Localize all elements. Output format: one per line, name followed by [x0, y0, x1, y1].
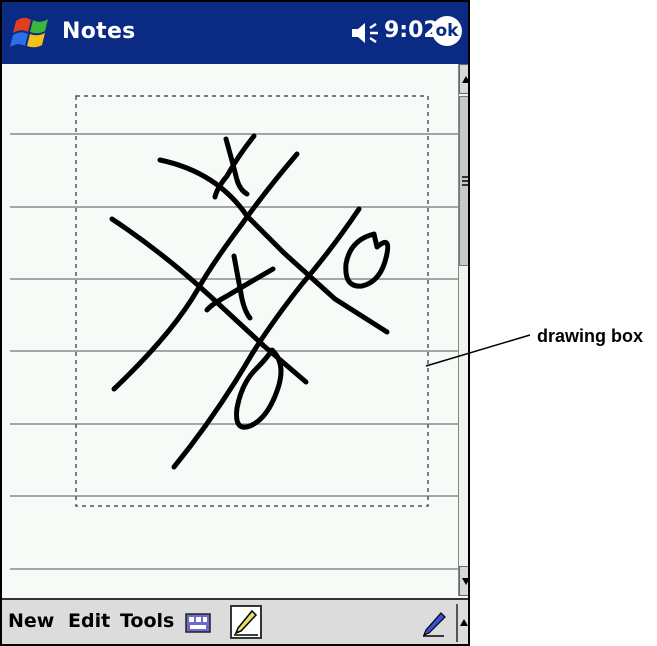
scroll-up-button[interactable] [459, 64, 468, 94]
ok-button[interactable]: ok [432, 16, 462, 46]
speaker-icon[interactable] [350, 20, 380, 46]
menu-new[interactable]: New [8, 610, 54, 632]
pen-button[interactable] [230, 605, 262, 639]
callout-label: drawing box [537, 326, 644, 346]
arrow-up-icon [460, 619, 468, 626]
note-canvas[interactable] [2, 64, 458, 596]
recording-toolbar-icon[interactable] [185, 612, 211, 634]
arrow-down-icon [462, 578, 468, 585]
arrow-up-icon [462, 76, 468, 83]
pocket-pc-screen: Notes 9:02 ok New Edit Tools [0, 0, 470, 646]
drawing-area[interactable] [2, 64, 458, 596]
menu-bar: New Edit Tools [2, 598, 468, 644]
input-selector-button[interactable] [456, 604, 468, 642]
grip-icon [462, 176, 468, 186]
menu-edit[interactable]: Edit [68, 610, 110, 632]
scroll-down-button[interactable] [459, 566, 468, 596]
windows-start-icon[interactable] [10, 11, 54, 55]
menu-tools[interactable]: Tools [120, 610, 174, 632]
app-title: Notes [62, 19, 136, 44]
input-method-pen-icon[interactable] [420, 610, 448, 638]
tic-tac-toe-drawing [109, 133, 391, 470]
title-bar: Notes 9:02 ok [2, 2, 468, 64]
drawing-box [75, 95, 429, 507]
pen-icon [234, 609, 258, 636]
scroll-thumb[interactable] [459, 96, 468, 266]
clock[interactable]: 9:02 [384, 18, 439, 43]
vertical-scrollbar[interactable] [458, 64, 468, 596]
